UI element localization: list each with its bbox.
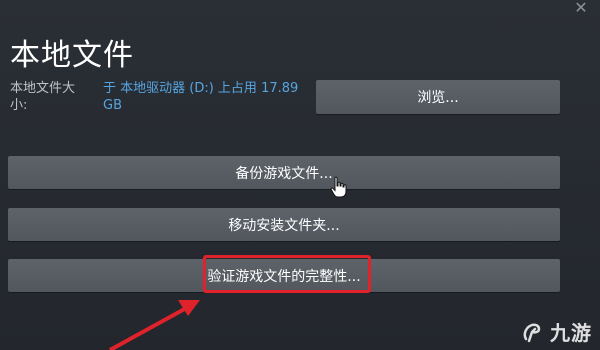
local-files-dialog: ✕ 本地文件 本地文件大小: 于 本地驱动器 (D:) 上占用 17.89 GB… [0,0,600,350]
watermark: 九游 [520,317,592,346]
local-file-size-label: 本地文件大小: [10,81,76,113]
local-file-size-value: 于 本地驱动器 (D:) 上占用 17.89 GB [103,81,299,113]
watermark-text: 九游 [550,321,592,345]
verify-game-files-button[interactable]: 验证游戏文件的完整性... [8,259,560,292]
backup-game-files-button[interactable]: 备份游戏文件... [8,156,560,189]
verify-game-files-label: 验证游戏文件的完整性... [207,268,361,285]
close-icon[interactable]: ✕ [570,0,592,16]
backup-game-files-label: 备份游戏文件... [235,165,333,182]
jiuyou-logo-icon [523,323,541,342]
page-title: 本地文件 [10,38,134,73]
move-install-folder-label: 移动安装文件夹... [228,217,340,234]
move-install-folder-button[interactable]: 移动安装文件夹... [8,208,560,241]
browse-button[interactable]: 浏览... [316,80,560,114]
browse-button-label: 浏览... [417,90,459,106]
hand-cursor-icon [330,176,347,198]
